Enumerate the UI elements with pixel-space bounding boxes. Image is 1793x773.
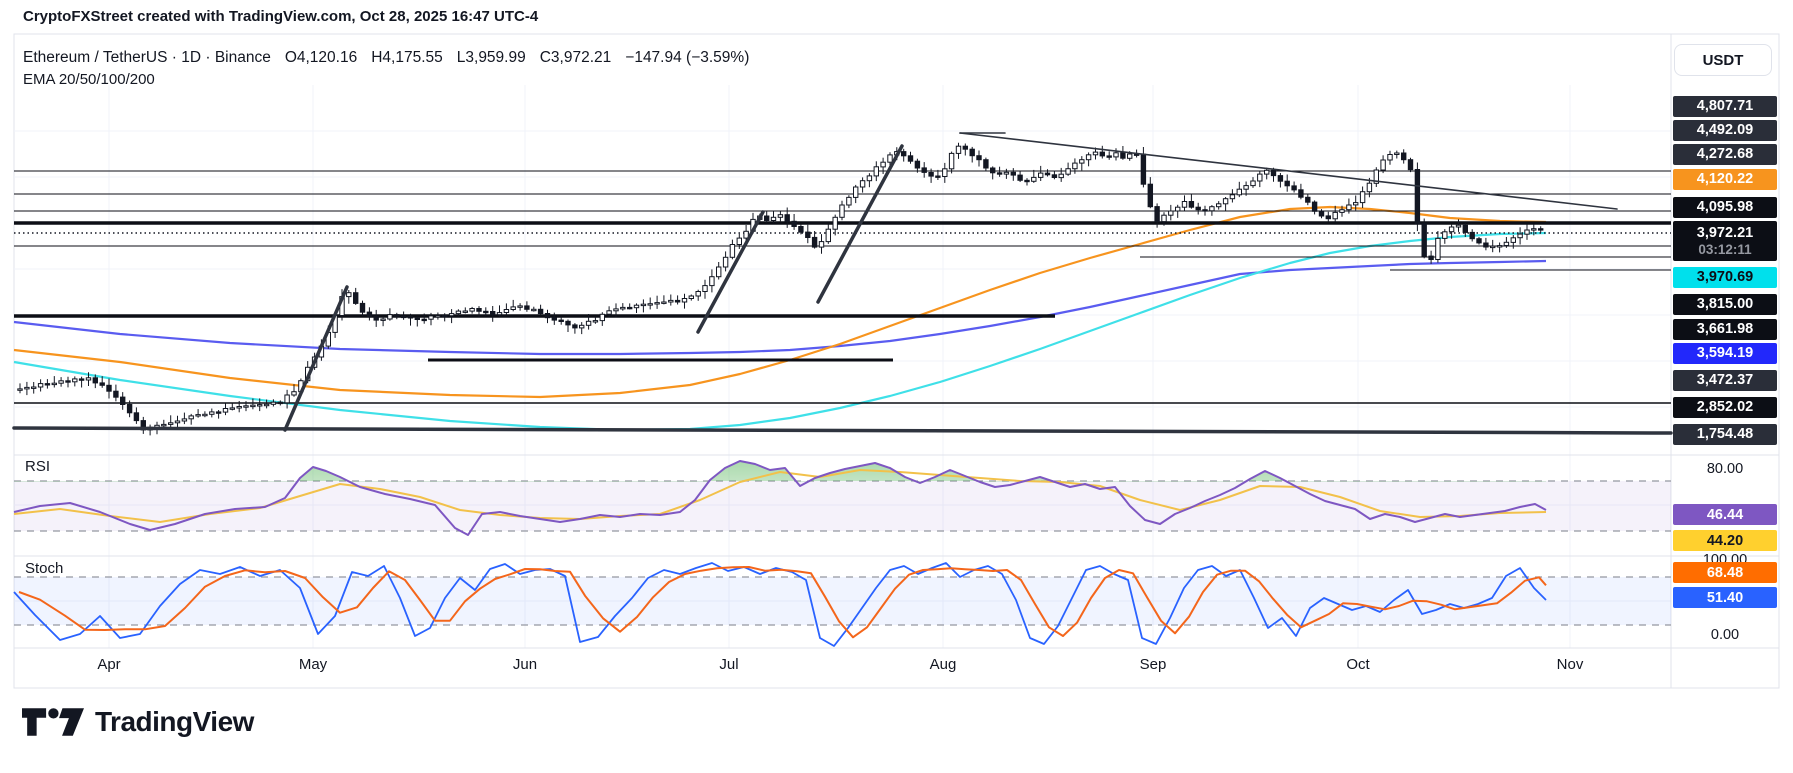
month-label-apr: Apr [97, 656, 120, 673]
stoch-k-value-badge: 51.40 [1673, 587, 1777, 608]
stoch-scale-0: 0.00 [1673, 627, 1777, 643]
price-label-397069: 3,970.69 [1673, 267, 1777, 288]
rsi-value-badge: 46.44 [1673, 504, 1777, 525]
currency-toggle-button[interactable]: USDT [1674, 44, 1772, 76]
month-label-aug: Aug [930, 656, 957, 673]
close-value: C3,972.21 [540, 49, 612, 66]
change-value: −147.94 (−3.59%) [625, 49, 749, 66]
tradingview-logo-icon [22, 706, 84, 738]
price-label-347237: 3,472.37 [1673, 370, 1777, 391]
rsi-scale-80: 80.00 [1673, 461, 1777, 477]
tradingview-logo[interactable]: TradingView [22, 706, 254, 738]
price-label-381500: 3,815.00 [1673, 294, 1777, 315]
price-label-449209: 4,492.09 [1673, 120, 1777, 141]
price-label-412022: 4,120.22 [1673, 169, 1777, 190]
tradingview-logo-text: TradingView [95, 706, 254, 738]
open-value: O4,120.16 [285, 49, 357, 66]
high-value: H4,175.55 [371, 49, 443, 66]
price-label-359419: 3,594.19 [1673, 343, 1777, 364]
stoch-pane-title[interactable]: Stoch [25, 560, 63, 577]
symbol-title[interactable]: Ethereum / TetherUS · 1D · Binance [23, 49, 271, 66]
watermark-text: CryptoFXStreet created with TradingView.… [23, 8, 538, 25]
tradingview-chart-page: CryptoFXStreet created with TradingView.… [0, 0, 1793, 773]
low-value: L3,959.99 [457, 49, 526, 66]
price-label-285202: 2,852.02 [1673, 397, 1777, 418]
symbol-legend[interactable]: Ethereum / TetherUS · 1D · Binance O4,120… [23, 49, 749, 67]
time-axis[interactable]: Apr May Jun Jul Aug Sep Oct Nov [0, 656, 1671, 686]
price-label-427268: 4,272.68 [1673, 144, 1777, 165]
month-label-may: May [299, 656, 327, 673]
month-label-jun: Jun [513, 656, 537, 673]
price-label-480771: 4,807.71 [1673, 96, 1777, 117]
price-label-397221: 3,972.2103:12:11 [1673, 221, 1777, 261]
price-label-175448: 1,754.48 [1673, 424, 1777, 445]
stoch-d-value-badge: 68.48 [1673, 562, 1777, 583]
month-label-sep: Sep [1140, 656, 1167, 673]
price-label-366198: 3,661.98 [1673, 319, 1777, 340]
month-label-jul: Jul [719, 656, 738, 673]
ema-indicator-legend[interactable]: EMA 20/50/100/200 [23, 71, 155, 88]
month-label-oct: Oct [1346, 656, 1369, 673]
price-label-409598: 4,095.98 [1673, 197, 1777, 218]
rsi-ma-value-badge: 44.20 [1673, 530, 1777, 551]
price-countdown: 03:12:11 [1698, 242, 1751, 259]
month-label-nov: Nov [1557, 656, 1584, 673]
rsi-pane-title[interactable]: RSI [25, 458, 50, 475]
